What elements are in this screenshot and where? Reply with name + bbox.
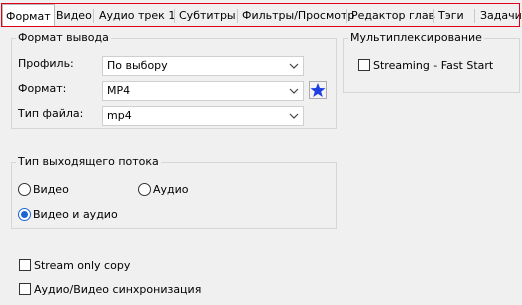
tab-filters-preview[interactable]: Фильтры/Просмотр [239, 6, 357, 25]
video-radio[interactable] [18, 183, 31, 196]
tab-tags[interactable]: Тэги [435, 6, 467, 25]
tab-separator [93, 9, 94, 23]
tab-separator [433, 9, 434, 23]
tab-label: Аудио трек 1 [99, 9, 176, 22]
favorite-button[interactable] [309, 81, 327, 99]
format-value: MP4 [107, 84, 131, 97]
tab-tasks[interactable]: Задачи [477, 6, 522, 25]
chevron-down-icon [289, 113, 299, 119]
tab-label: Формат [6, 10, 51, 23]
stream-only-copy-checkbox[interactable] [19, 259, 31, 271]
av-sync-label[interactable]: Аудио/Видео синхронизация [34, 283, 201, 296]
format-label: Формат: [18, 82, 67, 95]
tab-label: Тэги [438, 9, 464, 22]
stream-only-copy-label[interactable]: Stream only copy [34, 259, 130, 272]
tab-label: Редактор глав [351, 9, 436, 22]
video-radio-label[interactable]: Видео [33, 183, 69, 196]
tab-label: Видео [56, 9, 92, 22]
profile-label: Профиль: [18, 57, 74, 70]
tab-subtitles[interactable]: Субтитры [176, 6, 239, 25]
tab-audio-track-1[interactable]: Аудио трек 1 [96, 6, 178, 25]
chevron-down-icon [289, 63, 299, 69]
tab-bar: Формат Видео Аудио трек 1 Субтитры Фильт… [0, 0, 522, 30]
tab-separator [174, 9, 175, 23]
video-audio-radio-label[interactable]: Видео и аудио [33, 208, 118, 221]
av-sync-checkbox[interactable] [19, 283, 31, 295]
tab-separator [237, 9, 238, 23]
muxing-title: Мультиплексирование [350, 31, 482, 44]
streaming-label[interactable]: Streaming - Fast Start [373, 59, 493, 72]
output-format-title: Формат вывода [18, 31, 109, 44]
profile-value: По выбору [107, 59, 168, 72]
tab-label: Фильтры/Просмотр [242, 9, 355, 22]
filetype-select[interactable]: mp4 [102, 106, 304, 126]
chevron-down-icon [289, 88, 299, 94]
stream-type-title: Тип выходящего потока [18, 155, 159, 168]
tab-video[interactable]: Видео [53, 6, 95, 25]
streaming-checkbox[interactable] [358, 59, 370, 71]
audio-radio-label[interactable]: Аудио [153, 183, 189, 196]
tab-label: Задачи [480, 9, 522, 22]
tab-chapter-editor[interactable]: Редактор глав [348, 6, 438, 25]
audio-radio[interactable] [138, 183, 151, 196]
star-icon [310, 83, 326, 97]
filetype-value: mp4 [107, 109, 132, 122]
tab-label: Субтитры [179, 9, 236, 22]
tab-separator [474, 9, 475, 23]
profile-select[interactable]: По выбору [102, 56, 304, 76]
filetype-label: Тип файла: [18, 107, 84, 120]
tab-format[interactable]: Формат [2, 4, 55, 27]
format-select[interactable]: MP4 [102, 81, 304, 101]
video-audio-radio[interactable] [18, 208, 31, 221]
tab-separator [346, 9, 347, 23]
